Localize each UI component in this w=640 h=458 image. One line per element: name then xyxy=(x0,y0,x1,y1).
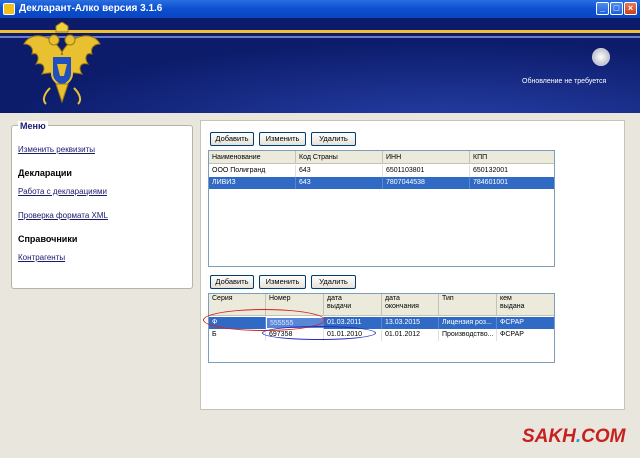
reference-section-title: Справочники xyxy=(18,234,78,244)
add-counterparty-button[interactable]: Добавить xyxy=(210,132,254,146)
column-header-line1: дата xyxy=(327,295,342,302)
column-header[interactable]: Тип xyxy=(439,294,497,316)
column-header-line1: кем xyxy=(500,295,512,302)
table-header: Серия Номер дата выдачи дата окончания Тип… xyxy=(209,294,554,316)
table-cell: 01.03.2011 xyxy=(324,317,382,329)
watermark-text: COM xyxy=(581,426,626,447)
counterparties-link[interactable]: Контрагенты xyxy=(18,253,65,262)
update-icon[interactable] xyxy=(592,48,610,66)
column-header[interactable]: кем выдана xyxy=(497,294,554,316)
table-cell: 650132001 xyxy=(470,165,554,177)
column-header-line1: Тип xyxy=(442,295,454,302)
column-header[interactable]: КПП xyxy=(470,151,554,164)
table-cell: 784601001 xyxy=(470,177,554,189)
update-status: Обновление не требуется xyxy=(522,78,607,85)
table-cell: Б xyxy=(209,329,266,341)
table-row-selected[interactable]: Ф 555555 01.03.2011 13.03.2015 Лицензия … xyxy=(209,317,554,329)
column-header[interactable]: Номер xyxy=(266,294,324,316)
table-cell: 13.03.2015 xyxy=(382,317,439,329)
column-header[interactable]: Код Страны xyxy=(296,151,383,164)
table-cell: 643 xyxy=(296,177,383,189)
table-cell: Производство... xyxy=(439,329,497,341)
column-header-line2: выдана xyxy=(500,303,525,310)
column-header-line1: Номер xyxy=(269,295,291,302)
delete-license-button[interactable]: Удалить xyxy=(311,275,356,289)
table-cell: ФСРАР xyxy=(497,329,554,341)
table-cell: 01.01.2010 xyxy=(324,329,382,341)
xml-check-link[interactable]: Проверка формата XML xyxy=(18,211,108,220)
column-header[interactable]: Наименование xyxy=(209,151,296,164)
header-banner: Обновление не требуется xyxy=(0,18,640,113)
edit-license-button[interactable]: Изменить xyxy=(259,275,306,289)
menu-panel: Меню Изменить реквизиты Декларации Работ… xyxy=(11,121,193,289)
column-header[interactable]: ИНН xyxy=(383,151,470,164)
column-header[interactable]: Серия xyxy=(209,294,266,316)
column-header-line1: Серия xyxy=(212,295,233,302)
work-with-declarations-link[interactable]: Работа с декларациями xyxy=(18,187,107,196)
emblem-logo xyxy=(23,22,101,105)
licenses-table[interactable]: Серия Номер дата выдачи дата окончания Тип… xyxy=(208,293,555,363)
counterparties-table[interactable]: Наименование Код Страны ИНН КПП ООО Поли… xyxy=(208,150,555,267)
add-license-button[interactable]: Добавить xyxy=(210,275,254,289)
table-cell: Ф xyxy=(209,317,266,329)
table-cell-focused[interactable]: 555555 xyxy=(266,317,324,329)
table-cell: Лицензия роз... xyxy=(439,317,497,329)
table-cell: 6501103801 xyxy=(383,165,470,177)
edit-details-link[interactable]: Изменить реквизиты xyxy=(18,145,95,154)
column-header[interactable]: дата выдачи xyxy=(324,294,382,316)
close-button[interactable]: × xyxy=(624,2,637,15)
table-row[interactable]: ООО Полигранд 643 6501103801 650132001 xyxy=(209,165,554,177)
minimize-button[interactable]: _ xyxy=(596,2,609,15)
column-header-line1: дата xyxy=(385,295,400,302)
app-icon xyxy=(3,3,15,15)
edit-counterparty-button[interactable]: Изменить xyxy=(259,132,306,146)
window-title: Декларант-Алко версия 3.1.6 xyxy=(19,3,163,14)
column-header-line2: окончания xyxy=(385,303,419,310)
table-cell: ООО Полигранд xyxy=(209,165,296,177)
declarations-section-title: Декларации xyxy=(18,168,72,178)
column-header-line2: выдачи xyxy=(327,303,352,310)
table-cell: 697358 xyxy=(266,329,324,341)
delete-counterparty-button[interactable]: Удалить xyxy=(311,132,356,146)
table-cell: 01.01.2012 xyxy=(382,329,439,341)
title-bar[interactable]: Декларант-Алко версия 3.1.6 _ □ × xyxy=(0,0,640,18)
menu-title: Меню xyxy=(18,121,48,131)
site-watermark: SAKH.COM xyxy=(522,426,625,448)
table-cell: 643 xyxy=(296,165,383,177)
table-cell: 7807044538 xyxy=(383,177,470,189)
table-cell: ФСРАР xyxy=(497,317,554,329)
table-row[interactable]: Б 697358 01.01.2010 01.01.2012 Производс… xyxy=(209,329,554,341)
watermark-text: SAKH xyxy=(522,426,576,447)
table-row-selected[interactable]: ЛИВИЗ 643 7807044538 784601001 xyxy=(209,177,554,189)
maximize-button[interactable]: □ xyxy=(610,2,623,15)
column-header[interactable]: дата окончания xyxy=(382,294,439,316)
table-cell: ЛИВИЗ xyxy=(209,177,296,189)
table-header: Наименование Код Страны ИНН КПП xyxy=(209,151,554,164)
